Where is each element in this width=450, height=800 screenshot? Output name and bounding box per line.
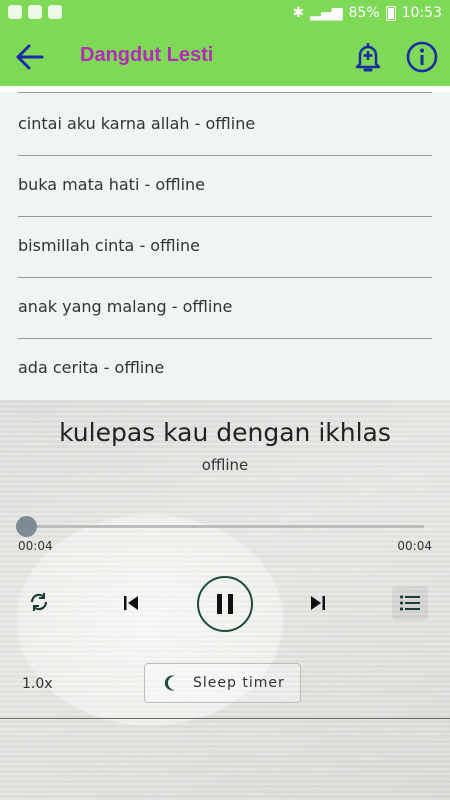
image-notification-icon — [28, 5, 42, 19]
skip-next-icon — [311, 596, 325, 610]
signal-icon: ▂▄▆ — [310, 5, 343, 21]
now-playing-title: kulepas kau dengan ikhlas — [59, 418, 391, 447]
list-item[interactable]: buka mata hati - offline — [18, 155, 432, 217]
sleep-timer-button[interactable]: Sleep timer — [144, 663, 301, 703]
battery-percent: 85% — [348, 5, 380, 21]
battery-icon — [385, 5, 396, 21]
list-item-label: bismillah cinta - offline — [18, 236, 200, 255]
info-icon[interactable] — [405, 40, 439, 74]
page-title: Dangdut Lesti — [80, 44, 214, 66]
playlist: cintai aku karna allah - offline buka ma… — [0, 92, 450, 400]
list-item-label: ada cerita - offline — [18, 358, 165, 377]
list-item-label: buka mata hati - offline — [18, 175, 206, 194]
status-bar: ✱ ▂▄▆ 85% 10:53 — [0, 0, 450, 28]
list-item[interactable]: ada cerita - offline — [18, 338, 432, 399]
list-item-label: cintai aku karna allah - offline — [18, 114, 256, 133]
next-button[interactable] — [306, 591, 330, 615]
list-item[interactable]: anak yang malang - offline — [18, 277, 432, 339]
notification-icons — [8, 5, 62, 19]
pause-button[interactable] — [197, 576, 253, 632]
wifi-notification-icon — [48, 5, 62, 19]
sleep-timer-label: Sleep timer — [193, 675, 285, 691]
list-item[interactable]: cintai aku karna allah - offline — [18, 94, 432, 156]
skip-previous-icon — [124, 596, 138, 610]
playback-speed-button[interactable]: 1.0x — [22, 676, 53, 692]
list-item-label: anak yang malang - offline — [18, 297, 233, 316]
app-bar: Dangdut Lesti — [0, 28, 450, 86]
gallery-notification-icon — [8, 5, 22, 19]
now-playing-source: offline — [201, 456, 249, 474]
clock: 10:53 — [401, 5, 442, 21]
system-icons: ✱ ▂▄▆ 85% 10:53 — [292, 5, 442, 21]
queue-button[interactable] — [392, 586, 428, 620]
list-icon — [399, 595, 420, 611]
moon-icon — [164, 675, 175, 691]
elapsed-time: 00:04 — [18, 539, 53, 553]
seek-thumb[interactable] — [16, 516, 37, 537]
list-item[interactable]: bismillah cinta - offline — [18, 216, 432, 278]
previous-button[interactable] — [119, 591, 143, 615]
repeat-icon — [30, 593, 48, 611]
bell-add-icon[interactable] — [352, 40, 384, 74]
pause-icon — [217, 594, 233, 614]
total-time: 00:04 — [397, 539, 432, 553]
back-arrow-icon[interactable] — [14, 42, 46, 72]
player-panel: kulepas kau dengan ikhlas offline 00:04 … — [0, 400, 450, 800]
divider — [0, 718, 450, 719]
divider — [18, 92, 432, 93]
seek-bar[interactable] — [26, 525, 424, 528]
repeat-button[interactable] — [26, 589, 52, 615]
bluetooth-icon: ✱ — [292, 5, 305, 21]
